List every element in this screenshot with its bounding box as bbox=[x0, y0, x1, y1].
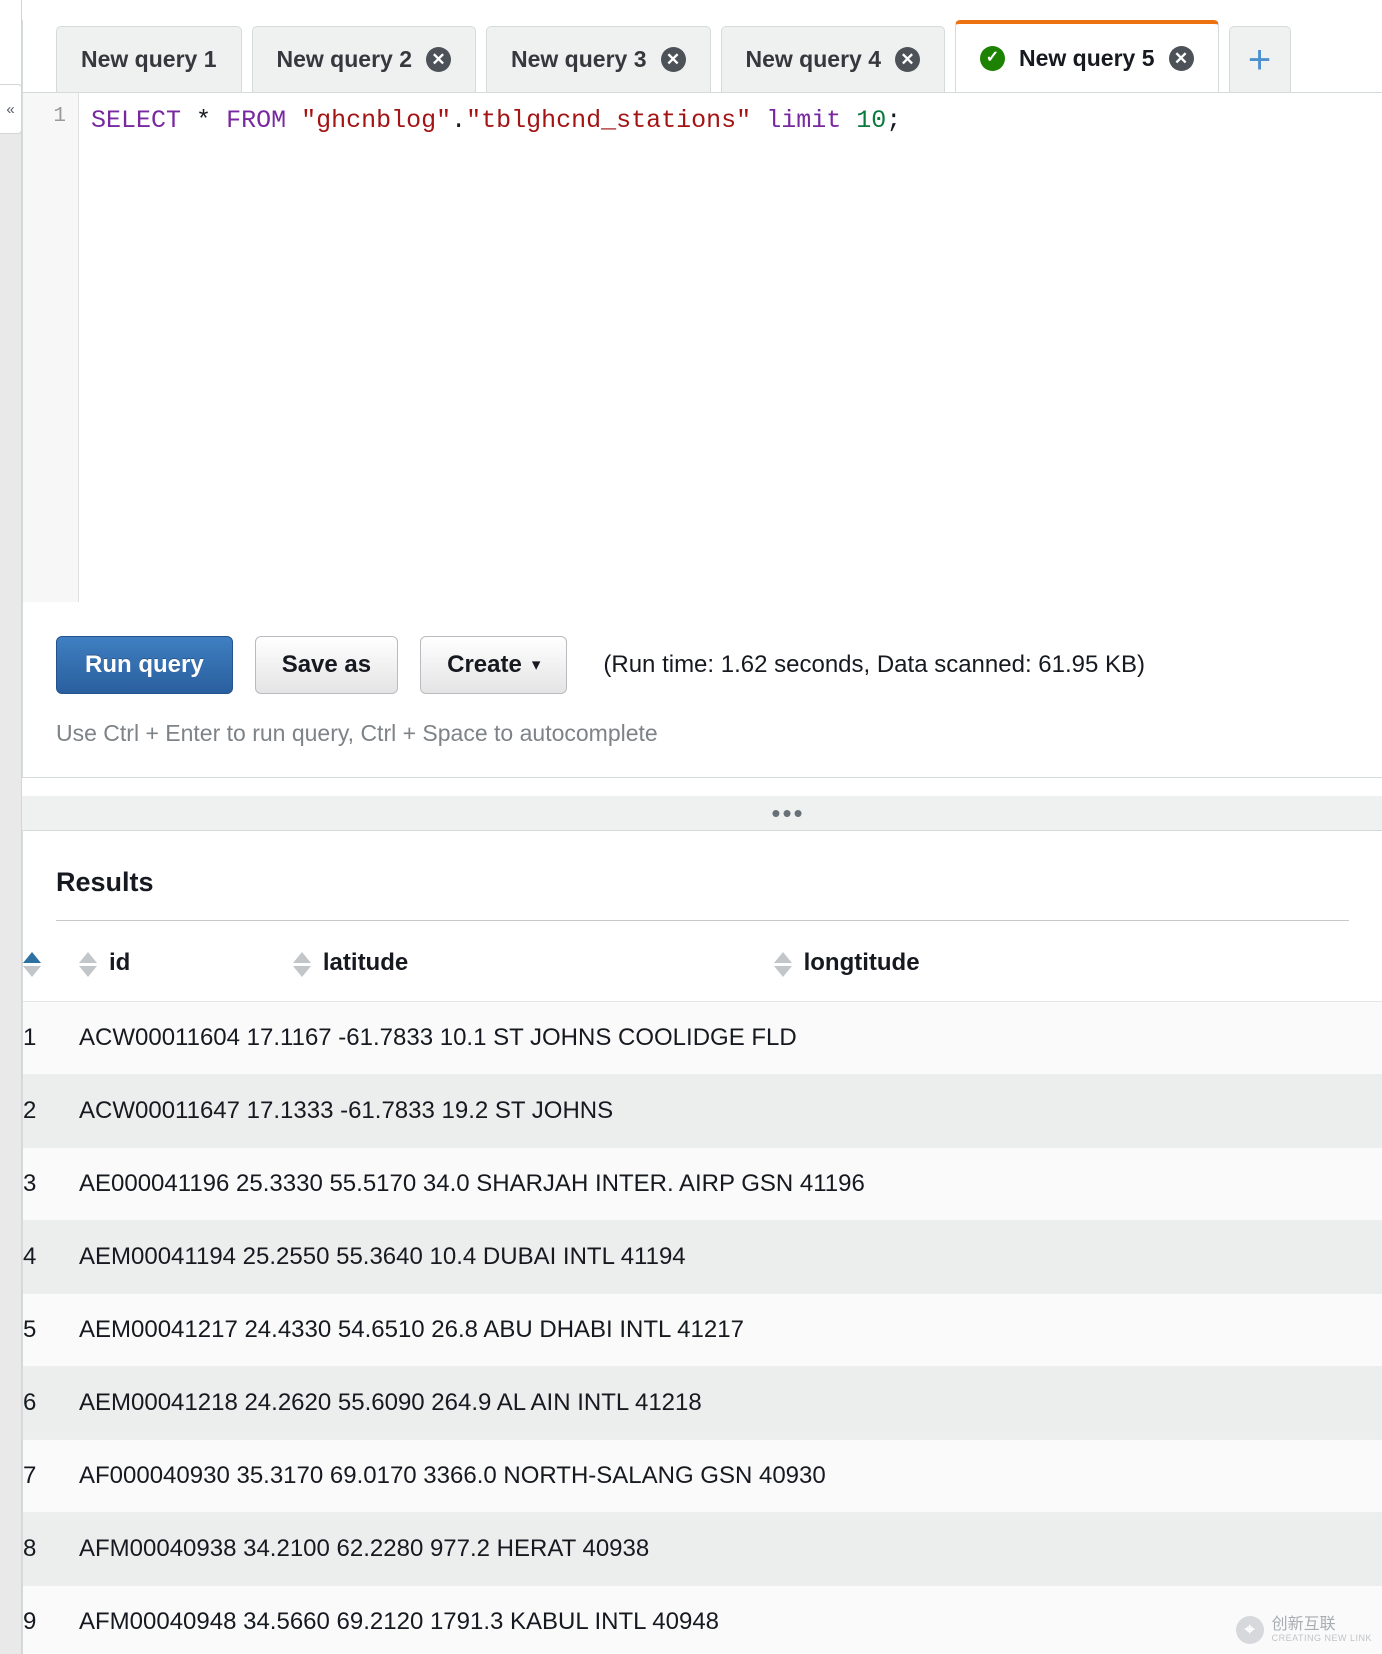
chevron-down-icon: ▾ bbox=[531, 655, 541, 674]
query-tab-bar: New query 1 New query 2 ✕ New query 3 ✕ … bbox=[23, 20, 1382, 92]
table-row[interactable]: 9 AFM00040948 34.5660 69.2120 1791.3 KABU… bbox=[23, 1585, 1382, 1654]
row-value-cell: ACW00011647 17.1333 -61.7833 19.2 ST JOH… bbox=[79, 1074, 1382, 1148]
table-row[interactable]: 1 ACW00011604 17.1167 -61.7833 10.1 ST JO… bbox=[23, 1001, 1382, 1075]
sql-token: FROM bbox=[226, 106, 287, 135]
run-query-button[interactable]: Run query bbox=[56, 636, 233, 694]
row-number-cell: 6 bbox=[23, 1366, 79, 1440]
tab-label: New query 4 bbox=[745, 46, 882, 72]
row-value-cell: ACW00011604 17.1167 -61.7833 10.1 ST JOH… bbox=[79, 1001, 1382, 1075]
panel-splitter[interactable]: ••• bbox=[22, 796, 1382, 830]
sql-token: "tblghcnd_stations" bbox=[466, 106, 752, 135]
sort-icon[interactable] bbox=[79, 952, 97, 978]
longtitude-column-header[interactable]: longtitude bbox=[773, 921, 1382, 1002]
row-value-cell: AEM00041218 24.2620 55.6090 264.9 AL AIN… bbox=[79, 1366, 1382, 1440]
table-row[interactable]: 3 AE000041196 25.3330 55.5170 34.0 SHARJA… bbox=[23, 1147, 1382, 1221]
row-number-cell: 1 bbox=[23, 1001, 79, 1075]
sql-editor[interactable]: 1 SELECT * FROM "ghcnblog"."tblghcnd_sta… bbox=[23, 92, 1382, 602]
results-card: Results id latitude longtitude 1 ACW0001… bbox=[22, 830, 1382, 1654]
create-dropdown-button[interactable]: Create ▾ bbox=[420, 636, 568, 694]
tab-new-query-3[interactable]: New query 3 ✕ bbox=[486, 26, 711, 92]
tab-label: New query 2 bbox=[276, 46, 413, 72]
tab-label: New query 1 bbox=[81, 46, 217, 72]
chevrons-left-icon: « bbox=[6, 100, 15, 118]
plus-icon: + bbox=[1247, 37, 1272, 82]
resize-handle-icon[interactable]: ••• bbox=[771, 800, 804, 826]
sort-icon[interactable] bbox=[292, 952, 311, 978]
table-row[interactable]: 7 AF000040930 35.3170 69.0170 3366.0 NORT… bbox=[23, 1439, 1382, 1513]
row-number-cell: 9 bbox=[23, 1585, 79, 1654]
line-number-gutter: 1 bbox=[23, 93, 79, 602]
row-value-cell: AE000041196 25.3330 55.5170 34.0 SHARJAH… bbox=[79, 1147, 1382, 1221]
sql-code-text[interactable]: SELECT * FROM "ghcnblog"."tblghcnd_stati… bbox=[79, 93, 1382, 602]
row-number-cell: 8 bbox=[23, 1512, 79, 1586]
tab-label: New query 3 bbox=[511, 46, 647, 72]
tab-new-query-1[interactable]: New query 1 bbox=[56, 26, 242, 92]
create-label: Create bbox=[447, 651, 522, 678]
left-panel-stub bbox=[0, 0, 22, 92]
sql-token: 10 bbox=[856, 106, 887, 135]
row-value-cell: AEM00041217 24.4330 54.6510 26.8 ABU DHA… bbox=[79, 1293, 1382, 1367]
column-label: latitude bbox=[322, 949, 409, 976]
latitude-column-header[interactable]: latitude bbox=[292, 921, 774, 1002]
row-number-cell: 3 bbox=[23, 1147, 79, 1221]
column-label: longtitude bbox=[803, 949, 920, 976]
line-number: 1 bbox=[53, 105, 66, 128]
query-editor-card: New query 1 New query 2 ✕ New query 3 ✕ … bbox=[22, 20, 1382, 778]
row-number-cell: 5 bbox=[23, 1293, 79, 1367]
close-icon[interactable]: ✕ bbox=[426, 47, 451, 72]
row-number-column-header[interactable] bbox=[23, 921, 79, 1002]
table-row[interactable]: 8 AFM00040938 34.2100 62.2280 977.2 HERAT… bbox=[23, 1512, 1382, 1586]
table-row[interactable]: 5 AEM00041217 24.4330 54.6510 26.8 ABU DH… bbox=[23, 1293, 1382, 1367]
table-row[interactable]: 4 AEM00041194 25.2550 55.3640 10.4 DUBAI … bbox=[23, 1220, 1382, 1294]
sort-icon[interactable] bbox=[773, 952, 792, 978]
results-table: id latitude longtitude 1 ACW00011604 17.1… bbox=[23, 921, 1382, 1654]
collapse-panel-handle[interactable]: « bbox=[0, 84, 22, 134]
editor-actions: Run query Save as Create ▾ (Run time: 1.… bbox=[23, 602, 1382, 694]
sql-token: . bbox=[451, 106, 467, 135]
success-check-icon: ✓ bbox=[980, 45, 1005, 71]
tab-new-query-4[interactable]: New query 4 ✕ bbox=[720, 26, 945, 92]
watermark-logo-icon: ⌖ bbox=[1235, 1616, 1264, 1644]
run-info-text: (Run time: 1.62 seconds, Data scanned: 6… bbox=[603, 651, 1146, 678]
tab-new-query-2[interactable]: New query 2 ✕ bbox=[251, 26, 476, 92]
results-body: 1 ACW00011604 17.1167 -61.7833 10.1 ST JO… bbox=[23, 1001, 1382, 1654]
left-rail bbox=[0, 0, 22, 1654]
row-number-cell: 7 bbox=[23, 1439, 79, 1513]
close-icon[interactable]: ✕ bbox=[895, 47, 920, 72]
row-value-cell: AEM00041194 25.2550 55.3640 10.4 DUBAI I… bbox=[79, 1220, 1382, 1294]
row-number-cell: 4 bbox=[23, 1220, 79, 1294]
watermark: ⌖ 创新互联 CREATING NEW LINK bbox=[1235, 1616, 1372, 1644]
watermark-main-text: 创新互联 bbox=[1271, 1616, 1336, 1634]
table-row[interactable]: 6 AEM00041218 24.2620 55.6090 264.9 AL AI… bbox=[23, 1366, 1382, 1440]
sql-token: SELECT bbox=[91, 106, 182, 135]
sql-token: ; bbox=[886, 106, 902, 135]
editor-hint-text: Use Ctrl + Enter to run query, Ctrl + Sp… bbox=[56, 720, 658, 746]
sql-token: "ghcnblog" bbox=[301, 106, 452, 135]
close-icon[interactable]: ✕ bbox=[660, 47, 686, 72]
watermark-sub-text: CREATING NEW LINK bbox=[1271, 1632, 1372, 1643]
add-tab-button[interactable]: + bbox=[1228, 26, 1291, 92]
column-label: id bbox=[109, 949, 131, 976]
row-value-cell: AFM00040938 34.2100 62.2280 977.2 HERAT … bbox=[79, 1512, 1382, 1586]
athena-query-editor-page: « New query 1 New query 2 ✕ New query 3 … bbox=[0, 0, 1382, 1654]
row-value-cell: AFM00040948 34.5660 69.2120 1791.3 KABUL… bbox=[79, 1585, 1382, 1654]
sort-ascending-icon[interactable] bbox=[23, 952, 41, 978]
close-icon[interactable]: ✕ bbox=[1168, 45, 1194, 71]
row-number-cell: 2 bbox=[23, 1074, 79, 1148]
save-as-button[interactable]: Save as bbox=[254, 636, 399, 694]
results-header-row: id latitude longtitude bbox=[23, 921, 1382, 1002]
row-value-cell: AF000040930 35.3170 69.0170 3366.0 NORTH… bbox=[79, 1439, 1382, 1513]
sql-token: limit bbox=[766, 106, 842, 135]
sql-token: * bbox=[196, 106, 212, 135]
id-column-header[interactable]: id bbox=[79, 921, 293, 1002]
results-heading: Results bbox=[56, 867, 154, 897]
tab-new-query-5[interactable]: ✓ New query 5 ✕ bbox=[955, 20, 1219, 92]
tab-label: New query 5 bbox=[1019, 44, 1155, 71]
table-row[interactable]: 2 ACW00011647 17.1333 -61.7833 19.2 ST JO… bbox=[23, 1074, 1382, 1148]
